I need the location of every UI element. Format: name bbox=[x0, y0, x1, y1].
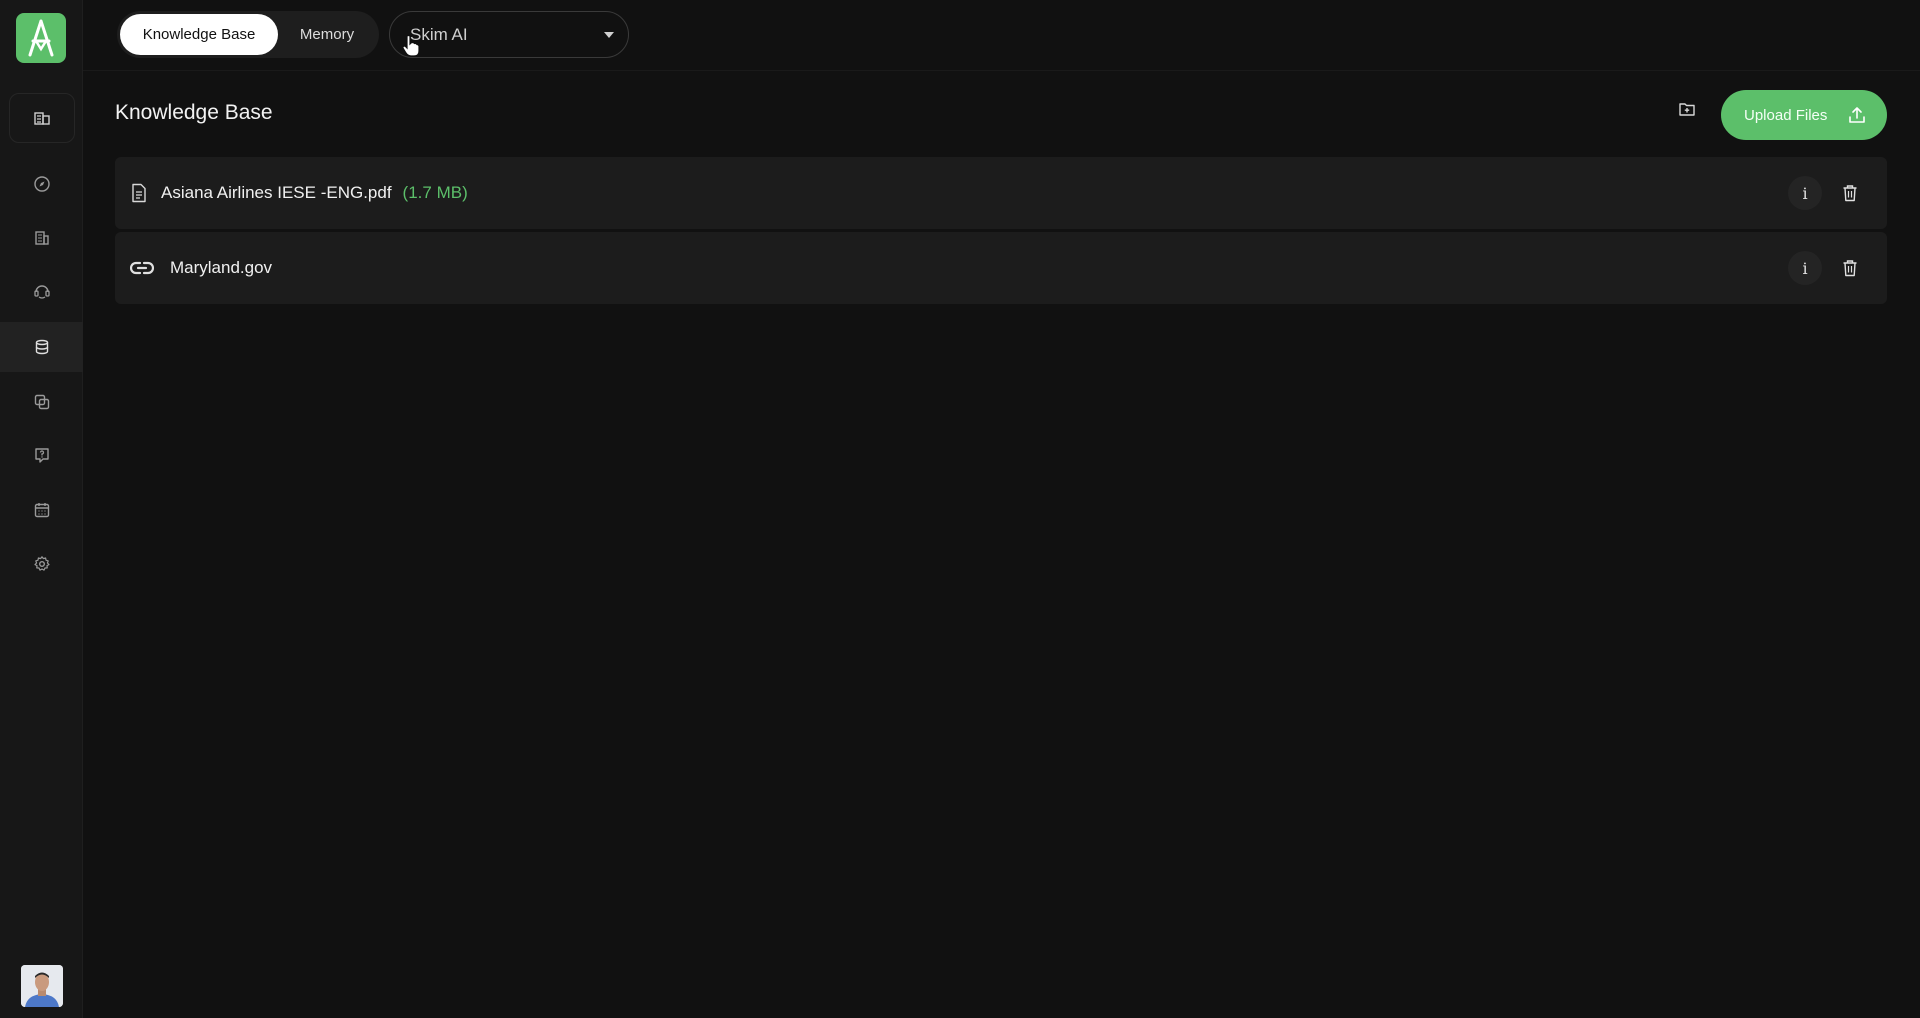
page-title: Knowledge Base bbox=[115, 101, 273, 124]
agent-select[interactable]: Skim AI bbox=[389, 11, 629, 58]
upload-files-button[interactable]: Upload Files bbox=[1721, 90, 1887, 140]
tab-knowledge-base[interactable]: Knowledge Base bbox=[120, 14, 278, 55]
link-icon bbox=[130, 261, 154, 275]
file-document-icon bbox=[132, 183, 146, 203]
new-folder-button[interactable] bbox=[1670, 92, 1704, 126]
sidebar-item-calendar[interactable] bbox=[0, 485, 83, 535]
list-item[interactable]: Maryland.gov i bbox=[115, 232, 1887, 304]
link-name: Maryland.gov bbox=[170, 258, 273, 277]
item-name: Asiana Airlines IESE -ENG.pdf (1.7 MB) bbox=[161, 157, 468, 229]
agent-support-icon bbox=[33, 285, 50, 299]
delete-button[interactable] bbox=[1833, 251, 1867, 285]
view-toggle: Knowledge Base Memory bbox=[117, 11, 379, 58]
delete-button[interactable] bbox=[1833, 176, 1867, 210]
help-chat-icon bbox=[34, 448, 49, 463]
upload-icon bbox=[1849, 107, 1865, 123]
buildings-icon bbox=[34, 231, 49, 245]
top-bar: Knowledge Base Memory Skim AI bbox=[83, 0, 1920, 71]
calendar-icon bbox=[34, 503, 49, 518]
file-name: Asiana Airlines IESE -ENG.pdf bbox=[161, 183, 392, 202]
hand-pointer-cursor-icon bbox=[402, 34, 420, 57]
sidebar-item-organizations[interactable] bbox=[0, 93, 83, 143]
item-name: Maryland.gov bbox=[170, 232, 272, 304]
sidebar-item-explore[interactable] bbox=[0, 159, 83, 209]
trash-icon bbox=[1843, 185, 1857, 202]
info-button[interactable]: i bbox=[1788, 176, 1822, 210]
sidebar-item-settings[interactable] bbox=[0, 539, 83, 589]
sidebar bbox=[0, 0, 83, 1018]
avatar-image bbox=[21, 965, 63, 1007]
app-logo-a-icon bbox=[28, 19, 54, 57]
building-list-icon bbox=[33, 112, 50, 125]
chevron-down-icon bbox=[604, 32, 614, 38]
trash-icon bbox=[1843, 260, 1857, 277]
gear-icon bbox=[33, 556, 50, 571]
folder-plus-icon bbox=[1679, 103, 1695, 116]
database-icon bbox=[35, 339, 48, 355]
info-button[interactable]: i bbox=[1788, 251, 1822, 285]
app-logo[interactable] bbox=[16, 13, 66, 63]
copy-stack-icon bbox=[34, 394, 49, 410]
list-item[interactable]: Asiana Airlines IESE -ENG.pdf (1.7 MB) i bbox=[115, 157, 1887, 229]
tab-memory[interactable]: Memory bbox=[278, 14, 376, 55]
info-icon: i bbox=[1802, 183, 1808, 203]
info-icon: i bbox=[1802, 258, 1808, 278]
upload-files-label: Upload Files bbox=[1744, 106, 1828, 124]
sidebar-item-agents[interactable] bbox=[0, 267, 83, 317]
file-size: (1.7 MB) bbox=[402, 183, 468, 202]
sidebar-item-companies[interactable] bbox=[0, 213, 83, 263]
sidebar-item-help[interactable] bbox=[0, 430, 83, 480]
compass-icon bbox=[33, 176, 50, 192]
sidebar-item-duplicates[interactable] bbox=[0, 377, 83, 427]
user-avatar[interactable] bbox=[21, 965, 63, 1007]
sidebar-item-knowledge-base[interactable] bbox=[0, 322, 83, 372]
